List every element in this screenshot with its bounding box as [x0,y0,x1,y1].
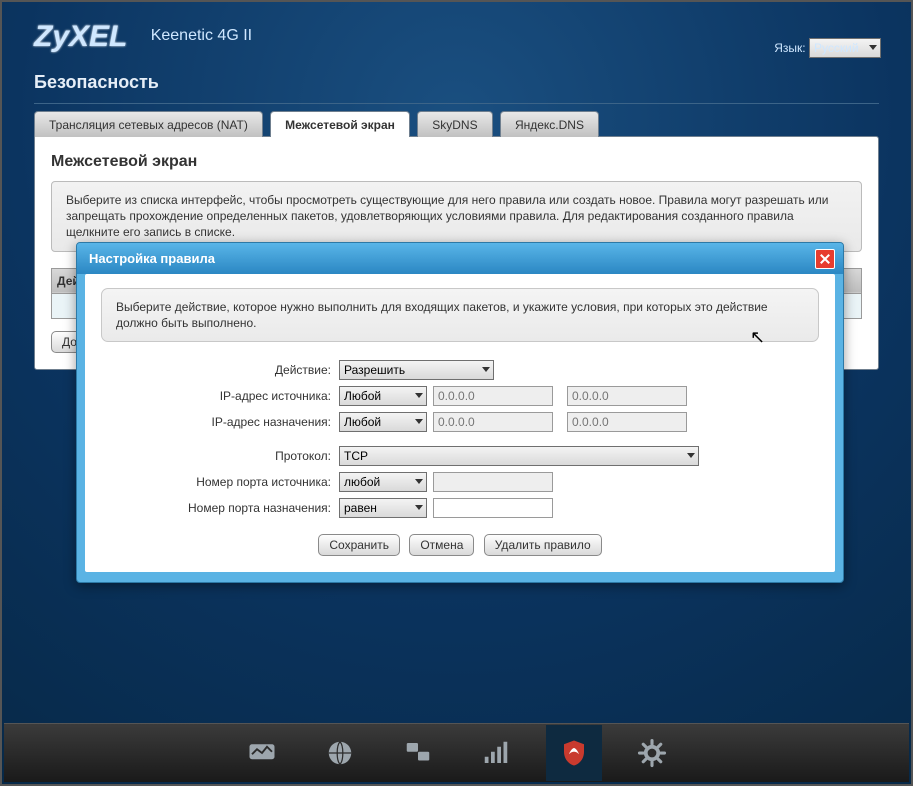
label-src-port: Номер порта источника: [101,475,331,489]
tab-skydns[interactable]: SkyDNS [417,111,492,137]
src-ip-field-2[interactable] [567,386,687,406]
rule-dialog: Настройка правила Выберите действие, кот… [76,242,844,583]
language-select[interactable]: Русский [809,38,881,58]
nav-security-icon[interactable] [546,725,602,781]
label-src-ip: IP-адрес источника: [101,389,331,403]
dst-ip-field-1[interactable] [433,412,553,432]
cancel-button[interactable]: Отмена [409,534,474,556]
tab-bar: Трансляция сетевых адресов (NAT) Межсете… [34,110,879,136]
tab-firewall[interactable]: Межсетевой экран [270,111,410,137]
nav-globe-icon[interactable] [312,725,368,781]
bottom-nav [4,723,909,782]
nav-network-icon[interactable] [390,725,446,781]
src-port-mode-select[interactable]: любой [339,472,427,492]
app-window: ZyXEL Keenetic 4G II Язык: Русский Безоп… [0,0,913,786]
tab-yandexdns[interactable]: Яндекс.DNS [500,111,599,137]
dst-ip-mode-select[interactable]: Любой [339,412,427,432]
nav-monitor-icon[interactable] [234,725,290,781]
dialog-actions: Сохранить Отмена Удалить правило [101,534,819,556]
label-action: Действие: [101,363,331,377]
action-select[interactable]: Разрешить [339,360,494,380]
tab-nat[interactable]: Трансляция сетевых адресов (NAT) [34,111,263,137]
brand-logo: ZyXEL [34,20,127,54]
dst-port-field[interactable] [433,498,553,518]
label-dst-port: Номер порта назначения: [101,501,331,515]
language-selector: Язык: Русский [774,38,881,58]
dialog-body: Выберите действие, которое нужно выполни… [85,274,835,572]
dst-port-mode-select[interactable]: равен [339,498,427,518]
section-infobox: Выберите из списка интерфейс, чтобы прос… [51,181,862,252]
nav-settings-icon[interactable] [624,725,680,781]
src-port-field[interactable] [433,472,553,492]
header: ZyXEL Keenetic 4G II Язык: Русский Безоп… [2,2,911,136]
dialog-infobox: Выберите действие, которое нужно выполни… [101,288,819,342]
label-protocol: Протокол: [101,449,331,463]
close-icon[interactable] [815,249,835,269]
language-label: Язык: [774,41,805,55]
src-ip-field-1[interactable] [433,386,553,406]
nav-signal-icon[interactable] [468,725,524,781]
save-button[interactable]: Сохранить [318,534,400,556]
section-title: Межсетевой экран [51,153,862,171]
dialog-title: Настройка правила [89,251,215,266]
protocol-select[interactable]: TCP [339,446,699,466]
page-title: Безопасность [34,72,879,104]
dst-ip-field-2[interactable] [567,412,687,432]
label-dst-ip: IP-адрес назначения: [101,415,331,429]
product-name: Keenetic 4G II [151,27,252,45]
src-ip-mode-select[interactable]: Любой [339,386,427,406]
delete-rule-button[interactable]: Удалить правило [484,534,602,556]
dialog-title-bar: Настройка правила [77,243,843,274]
